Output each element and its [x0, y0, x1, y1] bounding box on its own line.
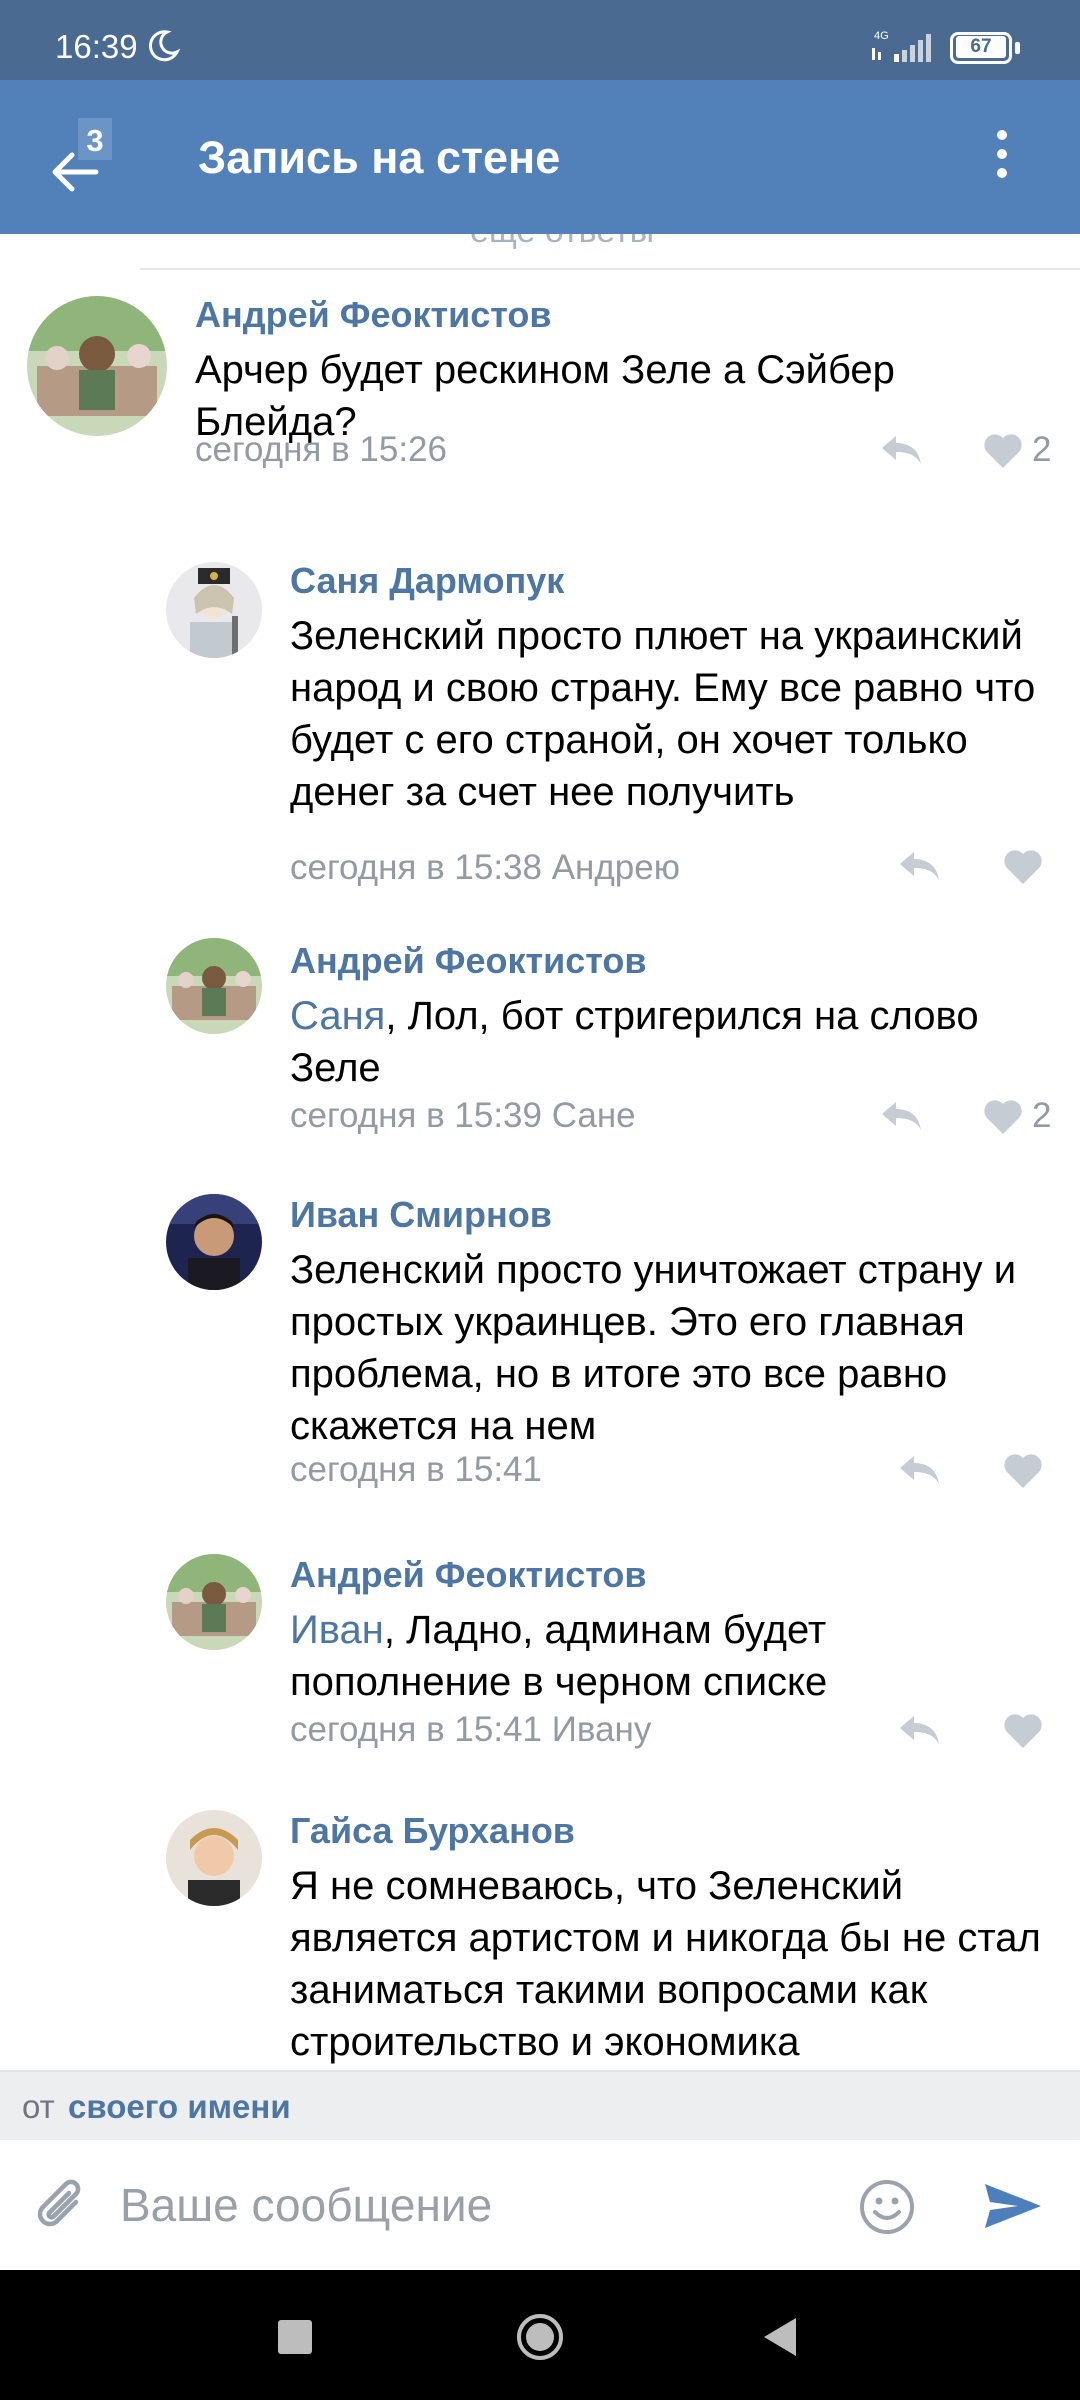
message-composer	[0, 2140, 1080, 2270]
like-icon[interactable]	[982, 432, 1024, 470]
comment-mention[interactable]: Саня	[290, 994, 385, 1038]
avatar[interactable]	[166, 562, 262, 658]
comment-meta: сегодня в 15:26	[195, 430, 447, 469]
comment: Иван Смирнов Зеленский просто уничтожает…	[0, 1158, 1080, 1518]
like-icon[interactable]	[1002, 1452, 1044, 1490]
message-input[interactable]	[120, 2160, 820, 2250]
comment-text: Иван, Ладно, админам будет пополнение в …	[290, 1604, 1030, 1708]
recents-button[interactable]	[278, 2320, 312, 2354]
menu-icon[interactable]	[990, 130, 1014, 190]
avatar[interactable]	[166, 938, 262, 1034]
emoji-icon[interactable]	[858, 2178, 916, 2236]
comment-author[interactable]: Гайса Бурханов	[290, 1810, 575, 1852]
comment-text: Я не сомневаюсь, что Зеленский является …	[290, 1864, 1041, 2064]
comments-feed[interactable]: Андрей Феоктистов Арчер будет рескином З…	[0, 272, 1080, 2070]
comment-text: Саня, Лол, бот стригерился на слово Зеле	[290, 990, 1070, 1094]
comment: Андрей Феоктистов Иван, Ладно, админам б…	[0, 1518, 1080, 1774]
avatar[interactable]	[27, 296, 167, 436]
sender-bar[interactable]: от своего имени	[0, 2070, 1080, 2140]
avatar[interactable]	[166, 1810, 262, 1906]
comment-mention[interactable]: Иван	[290, 1608, 384, 1652]
system-nav-bar	[0, 2270, 1080, 2400]
status-bar: 16:39 4G 67	[0, 0, 1080, 80]
avatar[interactable]	[166, 1194, 262, 1290]
like-icon[interactable]	[1002, 848, 1044, 886]
sender-name[interactable]: своего имени	[68, 2088, 291, 2126]
reply-icon[interactable]	[896, 848, 942, 884]
notification-badge: 3	[76, 116, 114, 162]
attach-icon[interactable]	[32, 2174, 88, 2234]
more-replies-label[interactable]: еще ответы	[470, 234, 654, 251]
like-icon[interactable]	[982, 1098, 1024, 1136]
send-icon[interactable]	[982, 2180, 1044, 2232]
comment: Андрей Феоктистов Саня, Лол, бот стригер…	[0, 902, 1080, 1158]
moon-icon	[148, 30, 181, 62]
avatar[interactable]	[166, 1554, 262, 1650]
comment-text: Зеленский просто плюет на украинский нар…	[290, 614, 1036, 814]
divider	[140, 268, 1080, 270]
comment-meta: сегодня в 15:39 Сане	[290, 1096, 636, 1135]
page-title: Запись на стене	[198, 132, 561, 183]
comment-author[interactable]: Саня Дармопук	[290, 560, 564, 602]
like-count: 2	[1032, 430, 1052, 469]
comment-author[interactable]: Андрей Феоктистов	[290, 940, 647, 982]
battery-level: 67	[956, 36, 1006, 58]
comment-author[interactable]: Андрей Феоктистов	[290, 1554, 647, 1596]
back-button[interactable]: 3	[40, 100, 140, 210]
comment-text: Зеленский просто уничтожает страну и про…	[290, 1248, 1017, 1448]
comment-author[interactable]: Андрей Феоктистов	[195, 294, 552, 336]
status-time: 16:39	[55, 28, 138, 65]
comment: Гайса Бурханов Я не сомневаюсь, что Зеле…	[0, 1774, 1080, 2070]
battery-icon: 67	[950, 32, 1020, 64]
comment-author[interactable]: Иван Смирнов	[290, 1194, 552, 1236]
like-count: 2	[1032, 1096, 1052, 1135]
signal-icon: 4G	[872, 30, 931, 62]
reply-icon[interactable]	[896, 1712, 942, 1748]
reply-icon[interactable]	[878, 432, 924, 468]
nav-back-button[interactable]	[762, 2316, 798, 2358]
home-button[interactable]	[515, 2312, 565, 2362]
comment-meta: сегодня в 15:41 Ивану	[290, 1710, 652, 1749]
more-replies[interactable]: еще ответы	[140, 234, 1080, 272]
comment-body: , Лол, бот стригерился на слово Зеле	[290, 994, 979, 1090]
reply-icon[interactable]	[878, 1098, 924, 1134]
reply-icon[interactable]	[896, 1452, 942, 1488]
network-type: 4G	[874, 30, 889, 42]
sender-prefix: от	[22, 2088, 55, 2125]
app-bar: 3 Запись на стене	[0, 80, 1080, 234]
comment: Андрей Феоктистов Арчер будет рескином З…	[0, 272, 1080, 522]
comment-meta: сегодня в 15:38 Андрею	[290, 848, 680, 887]
like-icon[interactable]	[1002, 1712, 1044, 1750]
comment: Саня Дармопук Зеленский просто плюет на …	[0, 522, 1080, 902]
comment-meta: сегодня в 15:41	[290, 1450, 542, 1489]
